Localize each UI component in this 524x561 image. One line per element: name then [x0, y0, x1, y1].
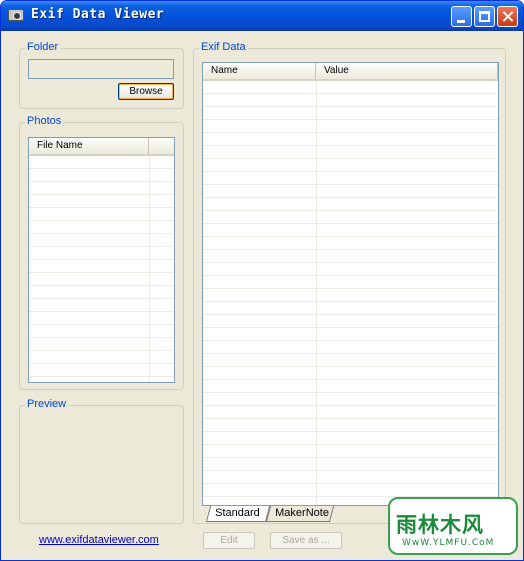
photos-list-header: File Name [29, 138, 174, 156]
column-header-file-name[interactable]: File Name [29, 138, 149, 154]
edit-button[interactable]: Edit [203, 532, 255, 549]
folder-path-input[interactable] [28, 59, 174, 79]
camera-icon[interactable] [8, 9, 24, 21]
browse-button[interactable]: Browse [118, 83, 174, 100]
website-link[interactable]: www.exifdataviewer.com [39, 534, 159, 546]
exif-data-group-label: Exif Data [199, 41, 248, 53]
window-title: Exif Data Viewer [31, 7, 165, 22]
title-bar[interactable]: Exif Data Viewer [1, 1, 523, 31]
photos-list-body[interactable] [29, 156, 174, 382]
save-as-button[interactable]: Save as ... [270, 532, 342, 549]
watermark-main-text: 雨林木风 [396, 512, 484, 537]
preview-group-label: Preview [25, 398, 69, 410]
column-header-name[interactable]: Name [203, 63, 316, 79]
minimize-button[interactable] [451, 6, 472, 27]
exif-data-group: Exif Data Name Value Standard MakerNote [193, 41, 506, 524]
tab-makernote-label: MakerNote [275, 507, 329, 519]
folder-group: Folder Browse [19, 41, 184, 109]
column-divider [316, 81, 317, 505]
column-header-value[interactable]: Value [316, 63, 498, 79]
maximize-icon [479, 11, 490, 22]
photos-list[interactable]: File Name [28, 137, 175, 383]
preview-group: Preview [19, 398, 184, 524]
watermark-sub-text: WwW.YLMFU.CoM [402, 538, 495, 548]
exif-list-header: Name Value [203, 63, 498, 81]
photos-group: Photos File Name [19, 115, 184, 390]
tab-standard-label: Standard [215, 507, 260, 519]
column-divider [149, 156, 150, 382]
folder-group-label: Folder [25, 41, 61, 53]
tab-makernote[interactable]: MakerNote [265, 506, 335, 522]
photos-group-label: Photos [25, 115, 64, 127]
app-window: Exif Data Viewer Folder Browse Photos Fi… [0, 0, 524, 561]
close-button[interactable] [497, 6, 518, 27]
exif-list-body[interactable] [203, 81, 498, 505]
close-icon [498, 7, 517, 26]
minimize-icon [457, 20, 465, 23]
maximize-button[interactable] [474, 6, 495, 27]
tab-standard[interactable]: Standard [205, 506, 271, 522]
watermark-logo: 雨林木风 WwW.YLMFU.CoM [388, 497, 518, 555]
exif-data-list[interactable]: Name Value [202, 62, 499, 506]
